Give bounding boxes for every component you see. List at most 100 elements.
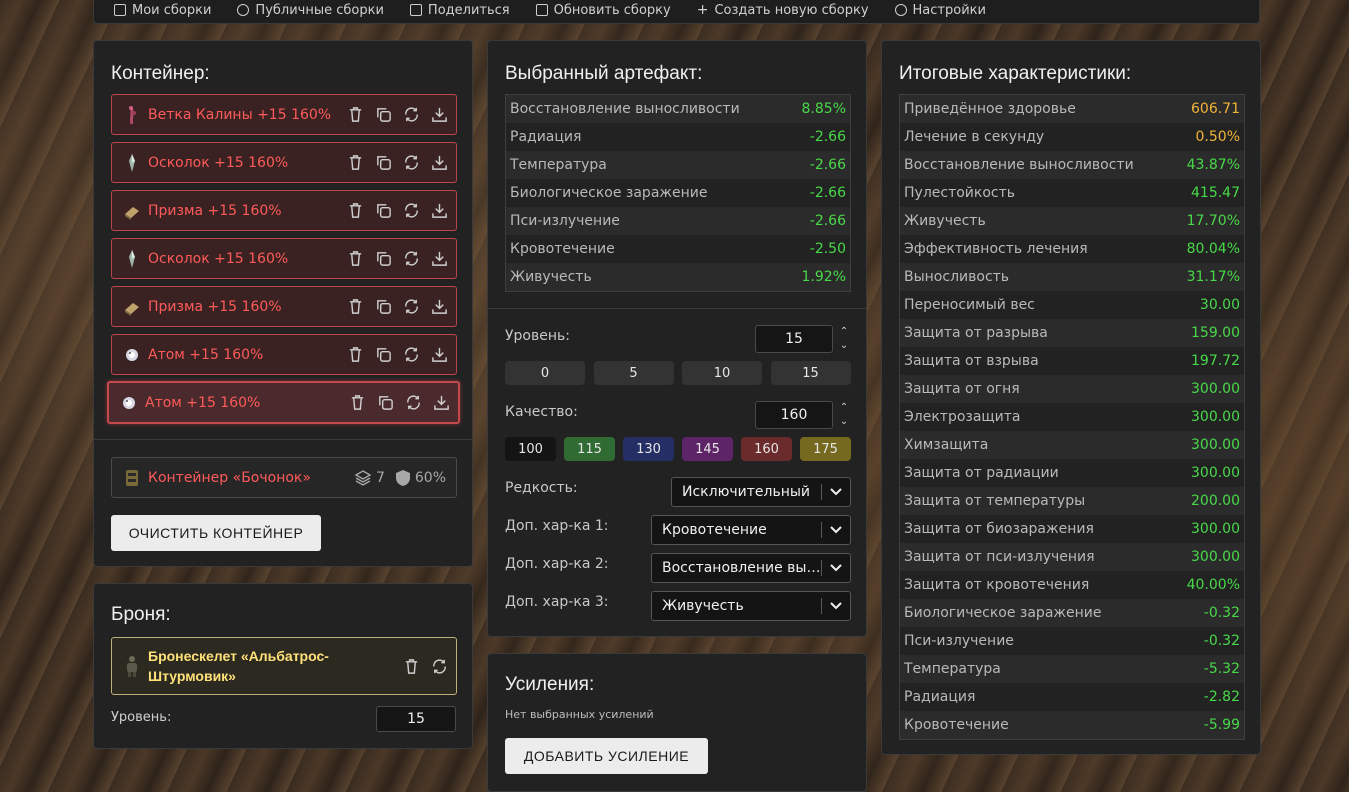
quality-preset-button[interactable]: 130: [623, 437, 674, 461]
nav-settings[interactable]: Настройки: [894, 3, 986, 18]
level-preset-button[interactable]: 15: [770, 361, 851, 385]
stat-name: Восстановление выносливости: [510, 101, 740, 117]
artifact-name: Ветка Калины +15 160%: [148, 106, 332, 123]
download-icon[interactable]: [430, 202, 448, 220]
artifact-slot-row[interactable]: Атом +15 160%: [111, 334, 457, 375]
download-icon[interactable]: [430, 106, 448, 124]
extra3-select[interactable]: Живучесть: [651, 591, 851, 621]
barrel-name: Контейнер «Бочонок»: [148, 469, 311, 486]
armor-level-input[interactable]: 15: [376, 706, 456, 732]
download-icon[interactable]: [430, 250, 448, 268]
delete-icon[interactable]: [346, 106, 364, 124]
copy-icon[interactable]: [374, 154, 392, 172]
quality-input[interactable]: 160: [755, 401, 833, 429]
rarity-label: Редкость:: [505, 480, 578, 496]
quality-preset-button[interactable]: 160: [741, 437, 792, 461]
delete-icon[interactable]: [346, 202, 364, 220]
stat-value: -0.32: [1203, 633, 1240, 649]
nav-public-builds[interactable]: Публичные сборки: [237, 3, 384, 18]
level-preset-button[interactable]: 10: [682, 361, 762, 385]
stat-value: 300.00: [1191, 437, 1240, 453]
level-input[interactable]: 15: [755, 325, 833, 353]
artifact-slot-row[interactable]: Призма +15 160%: [111, 286, 457, 327]
artifact-slot-row[interactable]: Ветка Калины +15 160%: [111, 94, 457, 135]
level-spin-up-icon[interactable]: ⌃: [838, 326, 850, 338]
delete-icon[interactable]: [348, 394, 366, 412]
stat-row: Биологическое заражение -0.32: [900, 599, 1244, 627]
save-icon: [535, 4, 548, 16]
armor-row[interactable]: Бронескелет «Альбатрос-Штурмовик»: [111, 637, 457, 695]
delete-icon[interactable]: [346, 298, 364, 316]
quality-preset-button[interactable]: 175: [800, 437, 851, 461]
quality-preset-button[interactable]: 145: [682, 437, 733, 461]
nav-my-builds[interactable]: Мои сборки: [114, 3, 211, 18]
swap-icon[interactable]: [402, 346, 420, 364]
add-boost-button[interactable]: ДОБАВИТЬ УСИЛЕНИЕ: [505, 738, 708, 774]
download-icon[interactable]: [430, 346, 448, 364]
stat-row: Температура -2.66: [506, 151, 850, 179]
extra1-select[interactable]: Кровотечение: [651, 515, 851, 545]
stat-value: 159.00: [1191, 325, 1240, 341]
swap-icon[interactable]: [402, 106, 420, 124]
stat-value: 415.47: [1191, 185, 1240, 201]
level-preset-button[interactable]: 5: [593, 361, 674, 385]
swap-icon[interactable]: [402, 154, 420, 172]
quality-spin-up-icon[interactable]: ⌃: [838, 402, 850, 414]
nav-create-build[interactable]: + Создать новую сборку: [697, 2, 869, 18]
nav-update-build[interactable]: Обновить сборку: [535, 3, 671, 18]
copy-icon[interactable]: [374, 298, 392, 316]
chevron-down-icon: [822, 602, 850, 610]
stat-row: Выносливость 31.17%: [900, 263, 1244, 291]
swap-icon[interactable]: [430, 657, 448, 675]
download-icon[interactable]: [430, 298, 448, 316]
divider: [94, 439, 472, 440]
download-icon[interactable]: [430, 154, 448, 172]
quality-preset-button[interactable]: 100: [505, 437, 556, 461]
swap-icon[interactable]: [402, 202, 420, 220]
extra2-value: Восстановление выносливости: [662, 560, 821, 576]
swap-icon[interactable]: [402, 298, 420, 316]
delete-icon[interactable]: [402, 657, 420, 675]
nav-share[interactable]: Поделиться: [409, 2, 510, 18]
swap-icon[interactable]: [402, 250, 420, 268]
delete-icon[interactable]: [346, 154, 364, 172]
level-preset-button[interactable]: 0: [505, 361, 585, 385]
swap-icon[interactable]: [404, 394, 422, 412]
artifact-name: Атом +15 160%: [148, 346, 264, 363]
quality-spin-down-icon[interactable]: ⌄: [838, 416, 850, 428]
copy-icon[interactable]: [374, 202, 392, 220]
delete-icon[interactable]: [346, 346, 364, 364]
armor-title: Броня:: [111, 604, 171, 625]
barrel-container-row[interactable]: Контейнер «Бочонок» 7 60%: [111, 457, 457, 498]
download-icon[interactable]: [432, 394, 450, 412]
level-spin-down-icon[interactable]: ⌄: [838, 340, 850, 352]
rarity-select[interactable]: Исключительный: [671, 477, 851, 507]
copy-icon[interactable]: [376, 394, 394, 412]
stat-name: Электрозащита: [904, 409, 1021, 425]
stat-value: -2.50: [809, 241, 846, 257]
stat-value: -5.32: [1203, 661, 1240, 677]
stat-row: Защита от огня 300.00: [900, 375, 1244, 403]
delete-icon[interactable]: [346, 250, 364, 268]
stat-name: Пси-излучение: [510, 213, 620, 229]
artifact-slot-row[interactable]: Осколок +15 160%: [111, 142, 457, 183]
artifact-name: Призма +15 160%: [148, 298, 282, 315]
stat-name: Приведённое здоровье: [904, 101, 1076, 117]
stat-name: Кровотечение: [904, 717, 1009, 733]
stat-name: Живучесть: [510, 269, 592, 285]
stat-value: 200.00: [1191, 493, 1240, 509]
extra2-select[interactable]: Восстановление выносливости: [651, 553, 851, 583]
artifact-slot-row[interactable]: Атом +15 160%: [107, 381, 460, 424]
stat-row: Приведённое здоровье 606.71: [900, 95, 1244, 123]
copy-icon[interactable]: [374, 346, 392, 364]
quality-preset-button[interactable]: 115: [564, 437, 615, 461]
stat-value: 300.00: [1191, 409, 1240, 425]
clear-container-button[interactable]: ОЧИСТИТЬ КОНТЕЙНЕР: [111, 515, 321, 551]
copy-icon[interactable]: [374, 106, 392, 124]
copy-icon[interactable]: [374, 250, 392, 268]
artifact-title: Выбранный артефакт:: [505, 63, 703, 84]
stat-row: Живучесть 1.92%: [506, 263, 850, 291]
nav-label: Поделиться: [427, 2, 510, 18]
artifact-slot-row[interactable]: Осколок +15 160%: [111, 238, 457, 279]
artifact-slot-row[interactable]: Призма +15 160%: [111, 190, 457, 231]
